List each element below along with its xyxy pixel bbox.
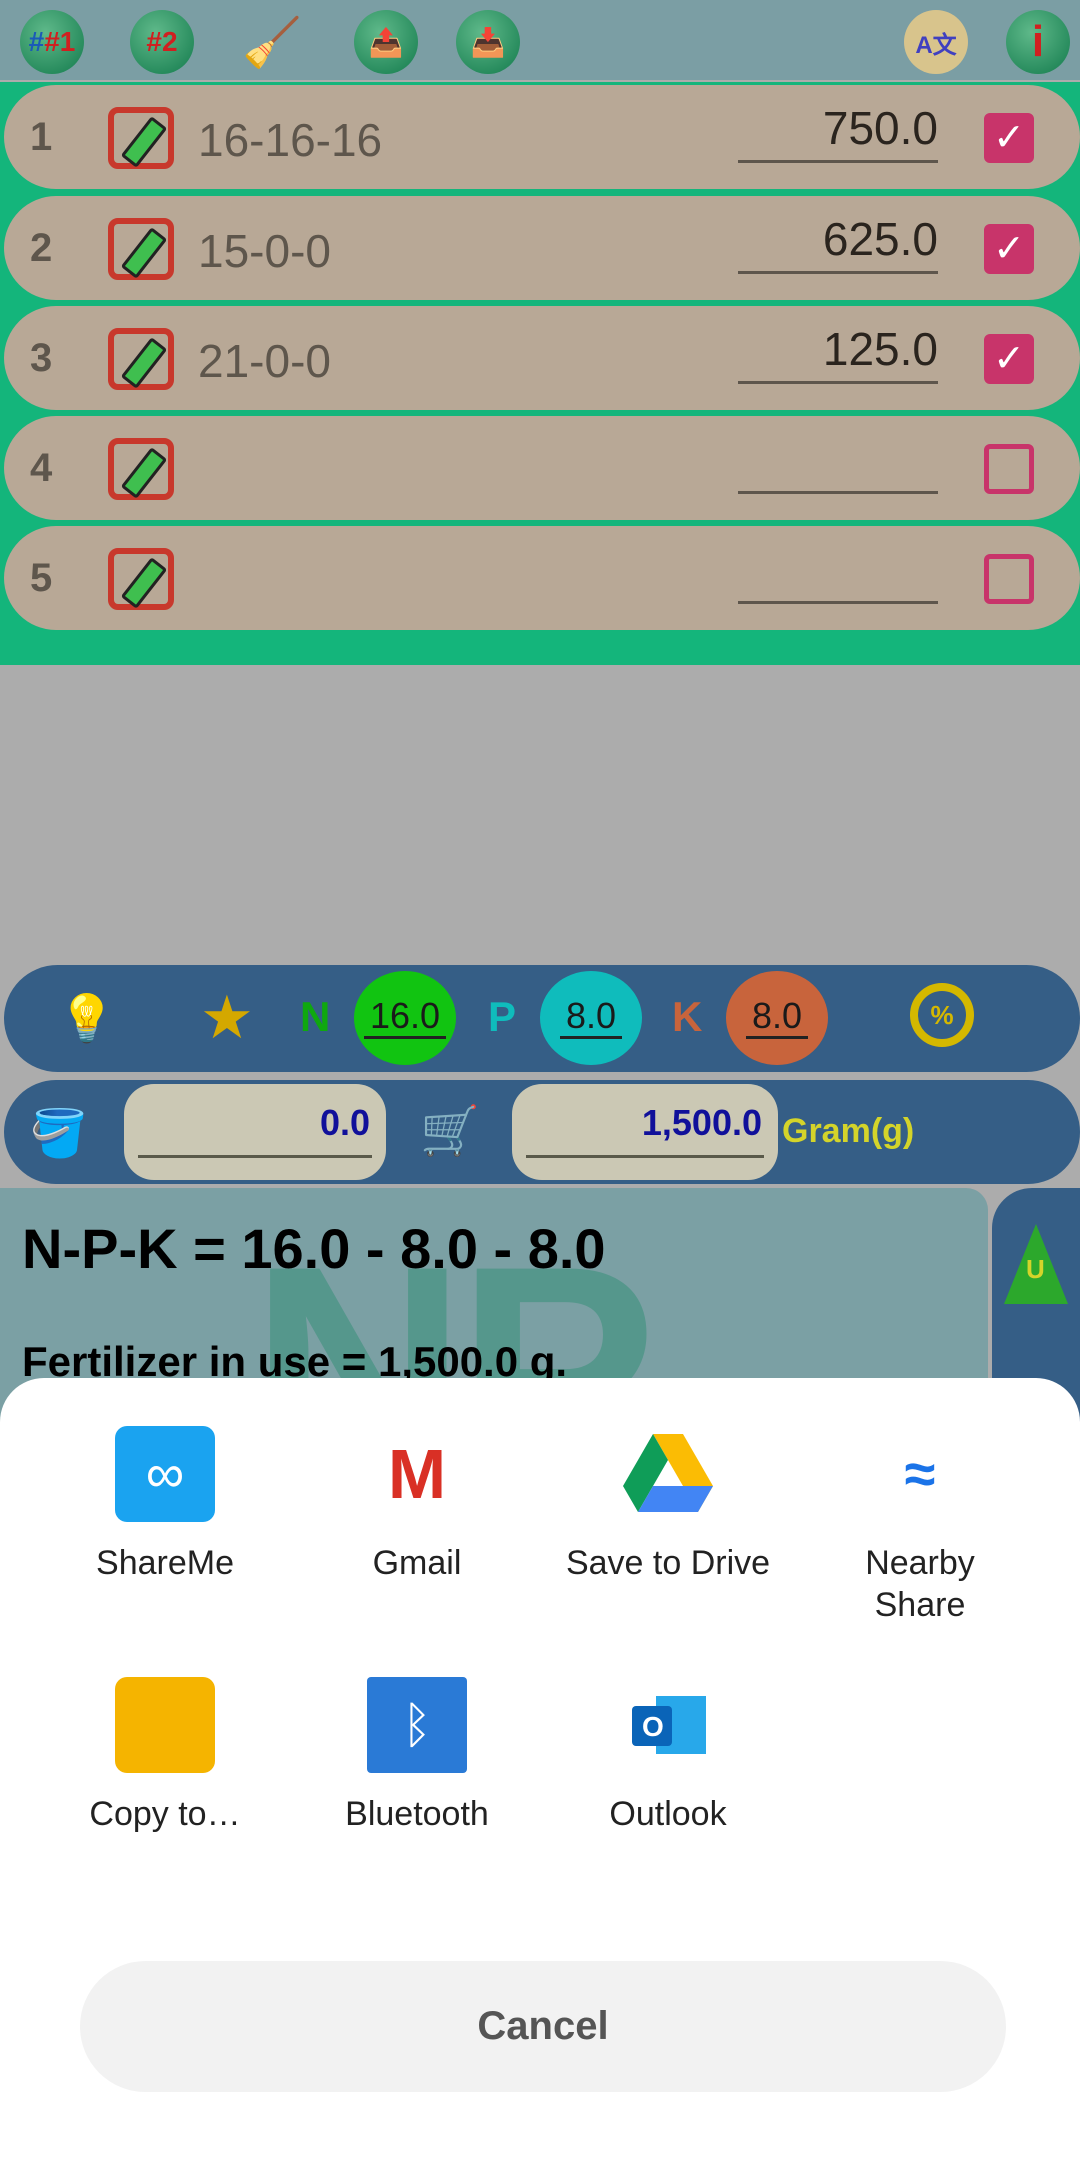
- n-label: N: [300, 993, 331, 1040]
- row-number: 5: [30, 556, 53, 600]
- percent-search-icon[interactable]: %: [910, 983, 974, 1047]
- row-checkbox[interactable]: [984, 554, 1034, 604]
- info-icon[interactable]: i: [1006, 10, 1070, 74]
- fertilizer-row: 1 16-16-16 750.0 ✓: [4, 85, 1080, 189]
- k-value-input[interactable]: 8.0: [726, 971, 828, 1065]
- share-target-label: Copy to…: [89, 1795, 241, 1833]
- weight-bar: 🪣 0.0 🛒 1,500.0 Gram(g): [4, 1080, 1080, 1184]
- row-number: 2: [30, 226, 53, 270]
- export-folder-icon[interactable]: 📤: [354, 10, 418, 74]
- star-icon[interactable]: ★: [200, 983, 254, 1053]
- share-target-label: Gmail: [372, 1544, 462, 1582]
- share-target-nearby-share[interactable]: ≈ Nearby Share: [795, 1426, 1045, 1626]
- edit-pencil-icon[interactable]: [108, 548, 174, 610]
- row-number: 1: [30, 115, 53, 159]
- watering-can-icon: 🪣: [30, 1107, 88, 1159]
- fertilizer-name: 21-0-0: [198, 335, 331, 387]
- shareme-icon: ∞: [115, 1426, 215, 1522]
- nearby-share-icon: ≈: [904, 1442, 936, 1505]
- amount-input[interactable]: 625.0: [738, 212, 938, 274]
- p-value-input[interactable]: 8.0: [540, 971, 642, 1065]
- n-value-input[interactable]: 16.0: [354, 971, 456, 1065]
- row-checkbox[interactable]: ✓: [984, 224, 1034, 274]
- p-label: P: [488, 993, 517, 1040]
- edit-pencil-icon[interactable]: [108, 328, 174, 390]
- folder-icon: [115, 1677, 215, 1773]
- row-number: 3: [30, 336, 53, 380]
- fertilizer-name: 16-16-16: [198, 114, 383, 166]
- npk-bar: 💡 ★ N 16.0 P 8.0 K 8.0 %: [4, 965, 1080, 1072]
- share-target-label: Nearby Share: [865, 1544, 975, 1624]
- fertilizer-row: 3 21-0-0 125.0 ✓: [4, 306, 1080, 410]
- npk-formula: N-P-K = 16.0 - 8.0 - 8.0: [22, 1217, 606, 1280]
- broom-icon[interactable]: 🧹: [240, 10, 304, 74]
- row-checkbox[interactable]: [984, 444, 1034, 494]
- bluetooth-icon: ᛒ: [367, 1677, 467, 1773]
- import-folder-icon[interactable]: 📥: [456, 10, 520, 74]
- fertilizer-row: 4: [4, 416, 1080, 520]
- edit-pencil-icon[interactable]: [108, 218, 174, 280]
- cancel-button[interactable]: Cancel: [80, 1961, 1006, 2092]
- share-target-label: Outlook: [609, 1795, 727, 1833]
- row-number: 4: [30, 446, 53, 490]
- fertilizer-row: 2 15-0-0 625.0 ✓: [4, 196, 1080, 300]
- share-target-label: Save to Drive: [565, 1544, 771, 1582]
- outlook-icon: O: [618, 1677, 718, 1773]
- share-target-copy-to[interactable]: Copy to…: [40, 1677, 290, 1835]
- k-label: K: [672, 993, 703, 1040]
- share-target-label: ShareMe: [96, 1544, 234, 1582]
- edit-pencil-icon[interactable]: [108, 438, 174, 500]
- share-target-save-to-drive[interactable]: Save to Drive: [543, 1426, 793, 1584]
- google-drive-icon: [618, 1426, 718, 1522]
- fertilizer-name: 15-0-0: [198, 225, 331, 277]
- amount-input[interactable]: 125.0: [738, 322, 938, 384]
- amount-input[interactable]: 750.0: [738, 101, 938, 163]
- cart-icon: 🛒: [420, 1105, 480, 1158]
- row-checkbox[interactable]: ✓: [984, 113, 1034, 163]
- toolbar: # #1 #2 🧹 📤 📥 A文 i: [0, 0, 1080, 80]
- row-checkbox[interactable]: ✓: [984, 334, 1034, 384]
- svg-text:O: O: [642, 1711, 664, 1742]
- share-target-bluetooth[interactable]: ᛒ Bluetooth: [292, 1677, 542, 1835]
- preset-1-button[interactable]: # #1: [20, 10, 84, 74]
- edit-pencil-icon[interactable]: [108, 107, 174, 169]
- water-weight-input[interactable]: 0.0: [124, 1084, 386, 1180]
- amount-input[interactable]: [738, 432, 938, 494]
- fertilizer-row: 5: [4, 526, 1080, 630]
- share-target-shareme[interactable]: ∞ ShareMe: [40, 1426, 290, 1584]
- share-target-gmail[interactable]: M Gmail: [292, 1426, 542, 1584]
- unit-label[interactable]: Gram(g): [782, 1112, 914, 1151]
- amount-input[interactable]: [738, 542, 938, 604]
- share-target-label: Bluetooth: [345, 1795, 489, 1833]
- share-target-outlook[interactable]: O Outlook: [543, 1677, 793, 1835]
- total-weight-input[interactable]: 1,500.0: [512, 1084, 778, 1180]
- gmail-icon: M: [387, 1435, 447, 1513]
- lightbulb-icon[interactable]: 💡: [58, 991, 115, 1046]
- translate-icon[interactable]: A文: [904, 10, 968, 74]
- preset-2-button[interactable]: #2: [130, 10, 194, 74]
